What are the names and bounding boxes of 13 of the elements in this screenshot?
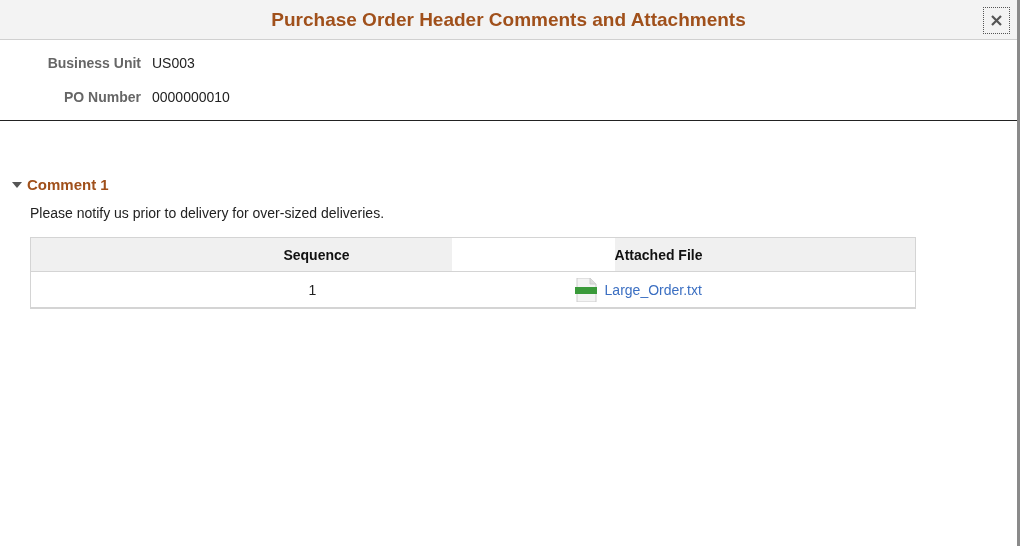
sequence-cell: 1 <box>308 271 477 308</box>
window-title: Purchase Order Header Comments and Attachments <box>271 8 746 31</box>
field-value: US003 <box>152 54 195 72</box>
close-icon <box>991 15 1002 26</box>
comment-text: Please notify us prior to delivery for over-sized deliveries. <box>30 205 386 221</box>
field-value: 0000000010 <box>152 88 230 106</box>
close-button[interactable] <box>983 7 1010 34</box>
text-file-icon <box>574 277 597 302</box>
comment-section-toggle[interactable]: Comment 1 <box>11 176 109 193</box>
attachment-link[interactable]: Large_Order.txt <box>604 281 702 298</box>
field-label: PO Number <box>64 88 141 106</box>
column-header: Attached File <box>614 237 916 272</box>
field-label: Business Unit <box>47 54 141 72</box>
